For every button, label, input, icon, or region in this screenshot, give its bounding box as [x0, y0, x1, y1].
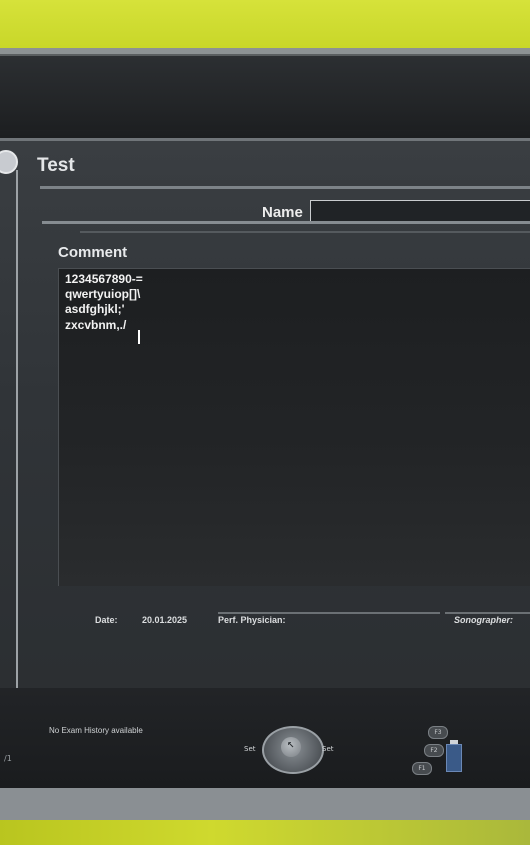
monitor-bottom-frame — [0, 788, 530, 820]
name-divider-secondary — [80, 231, 530, 233]
perf-physician-field[interactable] — [218, 612, 440, 614]
sonographer-label: Sonographer: — [454, 615, 514, 625]
f2-key[interactable]: F2 — [424, 744, 444, 757]
floor-background — [0, 820, 530, 845]
date-label: Date: — [95, 615, 118, 625]
comment-line-1: 1234567890-= — [65, 272, 143, 286]
title-divider — [40, 186, 530, 189]
page-indicator: /1 — [4, 754, 12, 763]
comment-label: Comment — [58, 244, 128, 261]
sonographer-field[interactable] — [445, 612, 530, 614]
set-right-label: Set — [322, 745, 334, 753]
monitor-top-frame — [0, 56, 530, 138]
page-title: Test — [37, 155, 75, 176]
comment-textarea[interactable] — [58, 268, 530, 586]
perf-physician-label: Perf. Physician: — [218, 615, 286, 625]
exam-history-status: No Exam History available — [49, 726, 143, 735]
f1-key[interactable]: F1 — [412, 762, 432, 775]
f3-key[interactable]: F3 — [428, 726, 448, 739]
name-label: Name — [262, 204, 303, 221]
status-indicator-icon — [446, 744, 462, 772]
text-cursor — [138, 330, 140, 344]
name-divider — [42, 221, 530, 224]
set-left-label: Set — [244, 745, 256, 753]
date-value: 20.01.2025 — [142, 615, 188, 625]
comment-line-2: qwertyuiop[]\ — [65, 287, 141, 301]
screen-left-edge — [0, 170, 18, 690]
comment-line-3: asdfghjkl;' — [65, 302, 125, 316]
comment-line-4: zxcvbnm,./ — [65, 318, 127, 332]
pointer-icon: ↖ — [287, 741, 295, 751]
